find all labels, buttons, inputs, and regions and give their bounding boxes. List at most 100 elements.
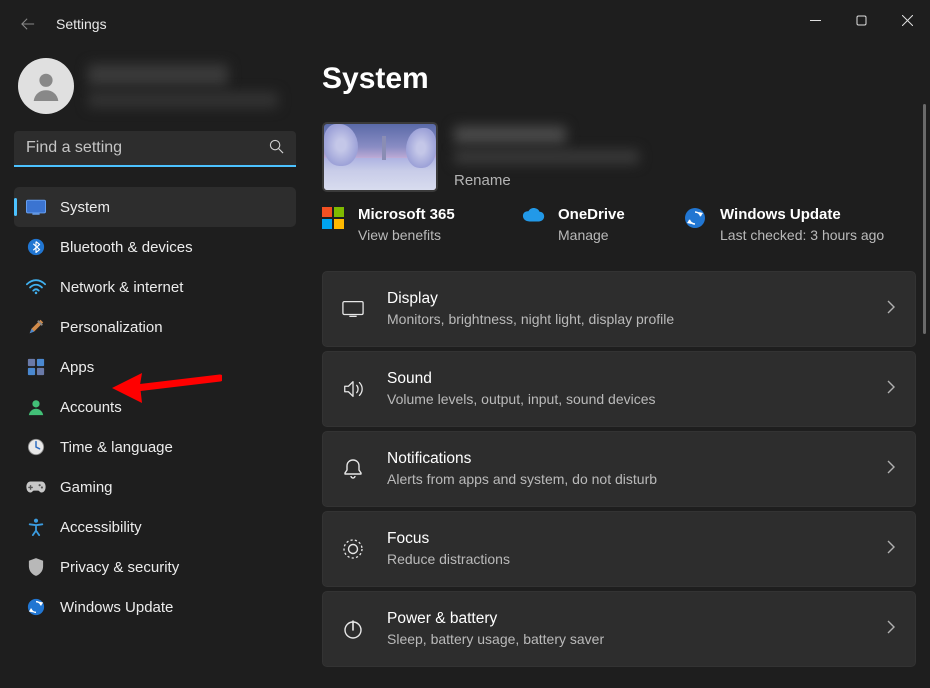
bell-icon bbox=[341, 457, 365, 481]
sidebar-item-bluetooth[interactable]: Bluetooth & devices bbox=[14, 227, 296, 267]
device-name-redacted bbox=[454, 126, 566, 144]
card-display[interactable]: Display Monitors, brightness, night ligh… bbox=[322, 271, 916, 347]
update-icon bbox=[26, 597, 46, 617]
sidebar-item-network[interactable]: Network & internet bbox=[14, 267, 296, 307]
page-title: System bbox=[322, 62, 916, 96]
card-notifications[interactable]: Notifications Alerts from apps and syste… bbox=[322, 431, 916, 507]
chevron-right-icon bbox=[887, 460, 895, 479]
card-focus[interactable]: Focus Reduce distractions bbox=[322, 511, 916, 587]
clock-globe-icon bbox=[26, 437, 46, 457]
card-title: Display bbox=[387, 289, 887, 310]
device-info: Rename bbox=[454, 122, 639, 189]
close-button[interactable] bbox=[884, 0, 930, 40]
device-model-redacted bbox=[454, 150, 639, 164]
minimize-icon bbox=[810, 15, 821, 26]
person-icon bbox=[28, 68, 64, 104]
sound-icon bbox=[341, 377, 365, 401]
card-sub: Reduce distractions bbox=[387, 550, 887, 569]
main-panel: System Rename Microsoft 365 View benefit… bbox=[310, 48, 930, 688]
card-sub: Monitors, brightness, night light, displ… bbox=[387, 310, 887, 329]
sidebar: System Bluetooth & devices Network & int… bbox=[0, 48, 310, 688]
window-title: Settings bbox=[56, 16, 107, 32]
card-sub: Alerts from apps and system, do not dist… bbox=[387, 470, 887, 489]
sidebar-item-label: Privacy & security bbox=[60, 559, 179, 576]
card-title: Focus bbox=[387, 529, 887, 550]
card-sub: Volume levels, output, input, sound devi… bbox=[387, 390, 887, 409]
status-row: Microsoft 365 View benefits OneDrive Man… bbox=[322, 204, 916, 245]
sidebar-item-apps[interactable]: Apps bbox=[14, 347, 296, 387]
card-power-battery[interactable]: Power & battery Sleep, battery usage, ba… bbox=[322, 591, 916, 667]
minimize-button[interactable] bbox=[792, 0, 838, 40]
rename-link[interactable]: Rename bbox=[454, 172, 639, 189]
sidebar-item-personalization[interactable]: Personalization bbox=[14, 307, 296, 347]
maximize-icon bbox=[856, 15, 867, 26]
sidebar-item-system[interactable]: System bbox=[14, 187, 296, 227]
sidebar-item-label: Apps bbox=[60, 359, 94, 376]
sidebar-item-label: Network & internet bbox=[60, 279, 183, 296]
search-wrap bbox=[14, 131, 296, 167]
update-circle-icon bbox=[684, 207, 706, 229]
apps-icon bbox=[26, 357, 46, 377]
status-onedrive[interactable]: OneDrive Manage bbox=[522, 204, 660, 245]
sidebar-item-label: Accessibility bbox=[60, 519, 142, 536]
search-input[interactable] bbox=[14, 131, 296, 167]
power-icon bbox=[341, 617, 365, 641]
nav-list: System Bluetooth & devices Network & int… bbox=[14, 187, 296, 627]
sidebar-item-label: Accounts bbox=[60, 399, 122, 416]
chevron-right-icon bbox=[887, 380, 895, 399]
back-arrow-icon bbox=[21, 17, 35, 31]
status-sub: Manage bbox=[558, 225, 625, 245]
sidebar-item-gaming[interactable]: Gaming bbox=[14, 467, 296, 507]
sidebar-item-label: Bluetooth & devices bbox=[60, 239, 193, 256]
wifi-icon bbox=[26, 277, 46, 297]
status-sub: Last checked: 3 hours ago bbox=[720, 225, 884, 245]
card-sub: Sleep, battery usage, battery saver bbox=[387, 630, 887, 649]
back-button[interactable] bbox=[14, 10, 42, 38]
card-sound[interactable]: Sound Volume levels, output, input, soun… bbox=[322, 351, 916, 427]
sidebar-item-accounts[interactable]: Accounts bbox=[14, 387, 296, 427]
user-email-redacted bbox=[88, 92, 278, 108]
status-title: Windows Update bbox=[720, 204, 884, 225]
user-block[interactable] bbox=[14, 48, 296, 123]
shield-icon bbox=[26, 557, 46, 577]
sidebar-item-label: Gaming bbox=[60, 479, 113, 496]
microsoft365-icon bbox=[322, 207, 344, 229]
display-icon bbox=[341, 297, 365, 321]
card-title: Notifications bbox=[387, 449, 887, 470]
close-icon bbox=[902, 15, 913, 26]
accounts-icon bbox=[26, 397, 46, 417]
focus-icon bbox=[341, 537, 365, 561]
sidebar-item-time-language[interactable]: Time & language bbox=[14, 427, 296, 467]
chevron-right-icon bbox=[887, 620, 895, 639]
gamepad-icon bbox=[26, 477, 46, 497]
sidebar-item-label: Windows Update bbox=[60, 599, 173, 616]
user-name-redacted bbox=[88, 64, 228, 86]
bluetooth-icon bbox=[26, 237, 46, 257]
status-title: Microsoft 365 bbox=[358, 204, 455, 225]
sidebar-item-label: Personalization bbox=[60, 319, 163, 336]
sidebar-item-label: Time & language bbox=[60, 439, 173, 456]
onedrive-icon bbox=[522, 207, 544, 229]
paintbrush-icon bbox=[26, 317, 46, 337]
sidebar-item-privacy-security[interactable]: Privacy & security bbox=[14, 547, 296, 587]
settings-cards: Display Monitors, brightness, night ligh… bbox=[322, 271, 916, 667]
device-row: Rename bbox=[322, 122, 916, 192]
system-icon bbox=[26, 197, 46, 217]
sidebar-item-label: System bbox=[60, 199, 110, 216]
accessibility-icon bbox=[26, 517, 46, 537]
status-sub: View benefits bbox=[358, 225, 455, 245]
chevron-right-icon bbox=[887, 300, 895, 319]
card-title: Power & battery bbox=[387, 609, 887, 630]
status-m365[interactable]: Microsoft 365 View benefits bbox=[322, 204, 498, 245]
scrollbar[interactable] bbox=[923, 104, 926, 334]
desktop-thumbnail[interactable] bbox=[322, 122, 438, 192]
card-title: Sound bbox=[387, 369, 887, 390]
maximize-button[interactable] bbox=[838, 0, 884, 40]
chevron-right-icon bbox=[887, 540, 895, 559]
sidebar-item-windows-update[interactable]: Windows Update bbox=[14, 587, 296, 627]
window-controls bbox=[792, 0, 930, 40]
status-windows-update[interactable]: Windows Update Last checked: 3 hours ago bbox=[684, 204, 916, 245]
sidebar-item-accessibility[interactable]: Accessibility bbox=[14, 507, 296, 547]
status-title: OneDrive bbox=[558, 204, 625, 225]
content-area: System Bluetooth & devices Network & int… bbox=[0, 48, 930, 688]
